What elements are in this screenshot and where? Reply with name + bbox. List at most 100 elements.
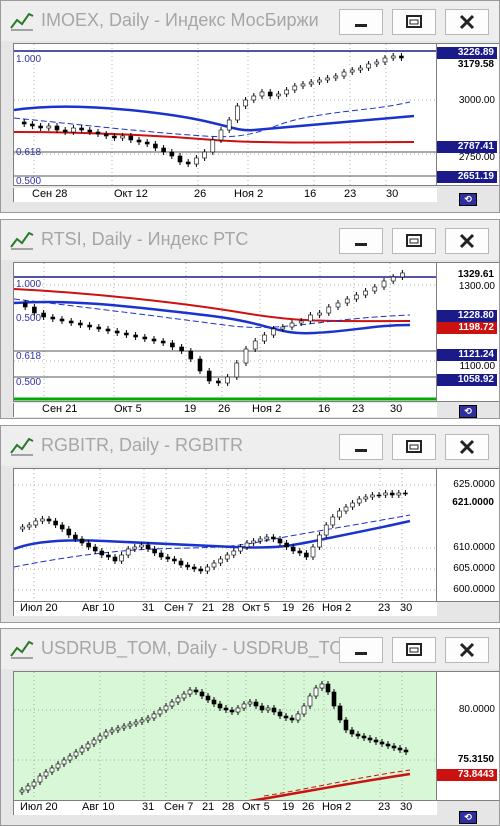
- candles: [21, 53, 404, 167]
- candle-body: [289, 717, 295, 721]
- title-bar[interactable]: RGBITR, Daily - RGBITR: [1, 426, 499, 466]
- maximize-button[interactable]: [392, 434, 436, 460]
- candle-body: [161, 147, 166, 153]
- title-bar[interactable]: IMOEX, Daily - Индекс МосБиржи: [1, 1, 499, 41]
- candle-body: [106, 554, 111, 558]
- maximize-button[interactable]: [392, 228, 436, 254]
- candle-body: [383, 492, 388, 496]
- candle-body: [202, 151, 207, 159]
- candle-body: [252, 340, 258, 350]
- candle-body: [337, 705, 343, 721]
- price-label: 2750.00: [458, 152, 495, 163]
- chart-window-imoex[interactable]: IMOEX, Daily - Индекс МосБиржи 1.000 0.6…: [0, 0, 500, 213]
- minimize-button[interactable]: [339, 228, 383, 254]
- candle-body: [86, 542, 91, 548]
- time-label: 19: [282, 602, 295, 614]
- candle-body: [103, 731, 109, 737]
- candle-body: [265, 707, 271, 711]
- candle-body: [145, 544, 151, 550]
- candle-body: [115, 727, 121, 731]
- candle-body: [199, 691, 205, 697]
- price-scale[interactable]: 3226.89 3179.58 3000.00 2787.41 2750.00 …: [437, 43, 499, 186]
- candle-body: [225, 376, 230, 384]
- sync-icon[interactable]: ⟲: [459, 193, 477, 206]
- candle-body: [151, 338, 157, 342]
- chart-window-rgbitr[interactable]: RGBITR, Daily - RGBITR 625.0000 621.0000…: [0, 425, 500, 623]
- candle-body: [92, 546, 98, 552]
- minimize-button[interactable]: [339, 637, 383, 663]
- sync-icon[interactable]: ⟲: [459, 405, 477, 418]
- close-button[interactable]: [445, 637, 489, 663]
- close-button[interactable]: [445, 228, 489, 254]
- candlestick-chart[interactable]: [14, 672, 437, 801]
- candle-body: [188, 350, 194, 360]
- maximize-button[interactable]: [392, 637, 436, 663]
- candle-body: [251, 95, 257, 101]
- chart-window-rtsi[interactable]: RTSI, Daily - Индекс РТС 1.000 0.500 0.6…: [0, 219, 500, 419]
- price-scale[interactable]: 80.0000 75.3150 73.8443: [437, 671, 499, 801]
- maximize-button[interactable]: [392, 9, 436, 35]
- candle-body: [382, 57, 388, 63]
- candle-body: [223, 707, 229, 711]
- candle-body: [105, 328, 111, 332]
- candle-body: [399, 55, 404, 59]
- candle-body: [119, 554, 124, 562]
- candle-body: [271, 328, 276, 336]
- candlestick-chart[interactable]: [14, 469, 437, 602]
- close-button[interactable]: [445, 9, 489, 35]
- candle-body: [355, 733, 361, 737]
- close-icon: [459, 439, 475, 455]
- window-title: RTSI, Daily - Индекс РТС: [41, 229, 249, 249]
- chart-window-usdrub[interactable]: USDRUB_TOM, Daily - USDRUB_TOM 80.0000 7…: [0, 628, 500, 826]
- time-label: Июл 20: [20, 801, 58, 813]
- minimize-button[interactable]: [339, 434, 383, 460]
- time-label: 16: [318, 403, 331, 415]
- price-chart-area[interactable]: [13, 468, 437, 602]
- candle-body: [79, 127, 84, 131]
- time-label: 31: [142, 801, 155, 813]
- candle-body: [376, 494, 382, 497]
- price-chart-area[interactable]: [13, 671, 437, 801]
- last-price-badge: 75.3150: [457, 754, 494, 765]
- price-badge: 1228.80: [437, 310, 497, 322]
- candlestick-chart[interactable]: [14, 44, 437, 186]
- candle-body: [308, 314, 313, 322]
- candle-body: [280, 326, 286, 330]
- price-badge: 2651.19: [437, 171, 497, 183]
- price-chart-area[interactable]: 1.000 0.500 0.618 0.500: [13, 262, 437, 402]
- candlestick-chart[interactable]: [14, 263, 437, 402]
- candle-body: [277, 711, 283, 717]
- candle-body: [363, 290, 368, 296]
- price-scale[interactable]: 1329.61 1300.00 1228.80 1198.72 1121.24 …: [437, 262, 499, 402]
- title-bar[interactable]: USDRUB_TOM, Daily - USDRUB_TOM: [1, 629, 499, 669]
- candle-body: [194, 157, 199, 165]
- minimize-icon: [355, 24, 367, 27]
- time-label: Ноя 2: [234, 188, 264, 200]
- candle-body: [373, 739, 379, 743]
- candle-body: [231, 550, 237, 556]
- title-bar[interactable]: RTSI, Daily - Индекс РТС: [1, 220, 499, 260]
- candle-body: [124, 332, 129, 336]
- minimize-button[interactable]: [339, 9, 383, 35]
- candle-body: [326, 306, 332, 314]
- price-scale[interactable]: 625.0000 621.0000 610.0000 605.0000 600.…: [437, 468, 499, 602]
- candle-body: [243, 348, 249, 364]
- candle-body: [310, 546, 316, 558]
- time-label: 16: [304, 188, 317, 200]
- candle-body: [361, 735, 367, 739]
- candle-body: [172, 558, 177, 562]
- candle-body: [109, 729, 115, 733]
- price-badge: 1058.92: [437, 374, 497, 386]
- close-button[interactable]: [445, 434, 489, 460]
- maximize-icon: [406, 234, 422, 247]
- candle-body: [139, 719, 145, 723]
- price-chart-area[interactable]: 1.000 0.618 0.500: [13, 43, 437, 186]
- candle-body: [79, 747, 85, 753]
- time-label: 19: [282, 801, 295, 813]
- sync-icon[interactable]: ⟲: [459, 811, 477, 824]
- minimize-icon: [355, 243, 367, 246]
- time-label: 19: [184, 403, 197, 415]
- candle-body: [390, 276, 396, 282]
- candle-body: [226, 119, 232, 131]
- candle-body: [67, 755, 73, 761]
